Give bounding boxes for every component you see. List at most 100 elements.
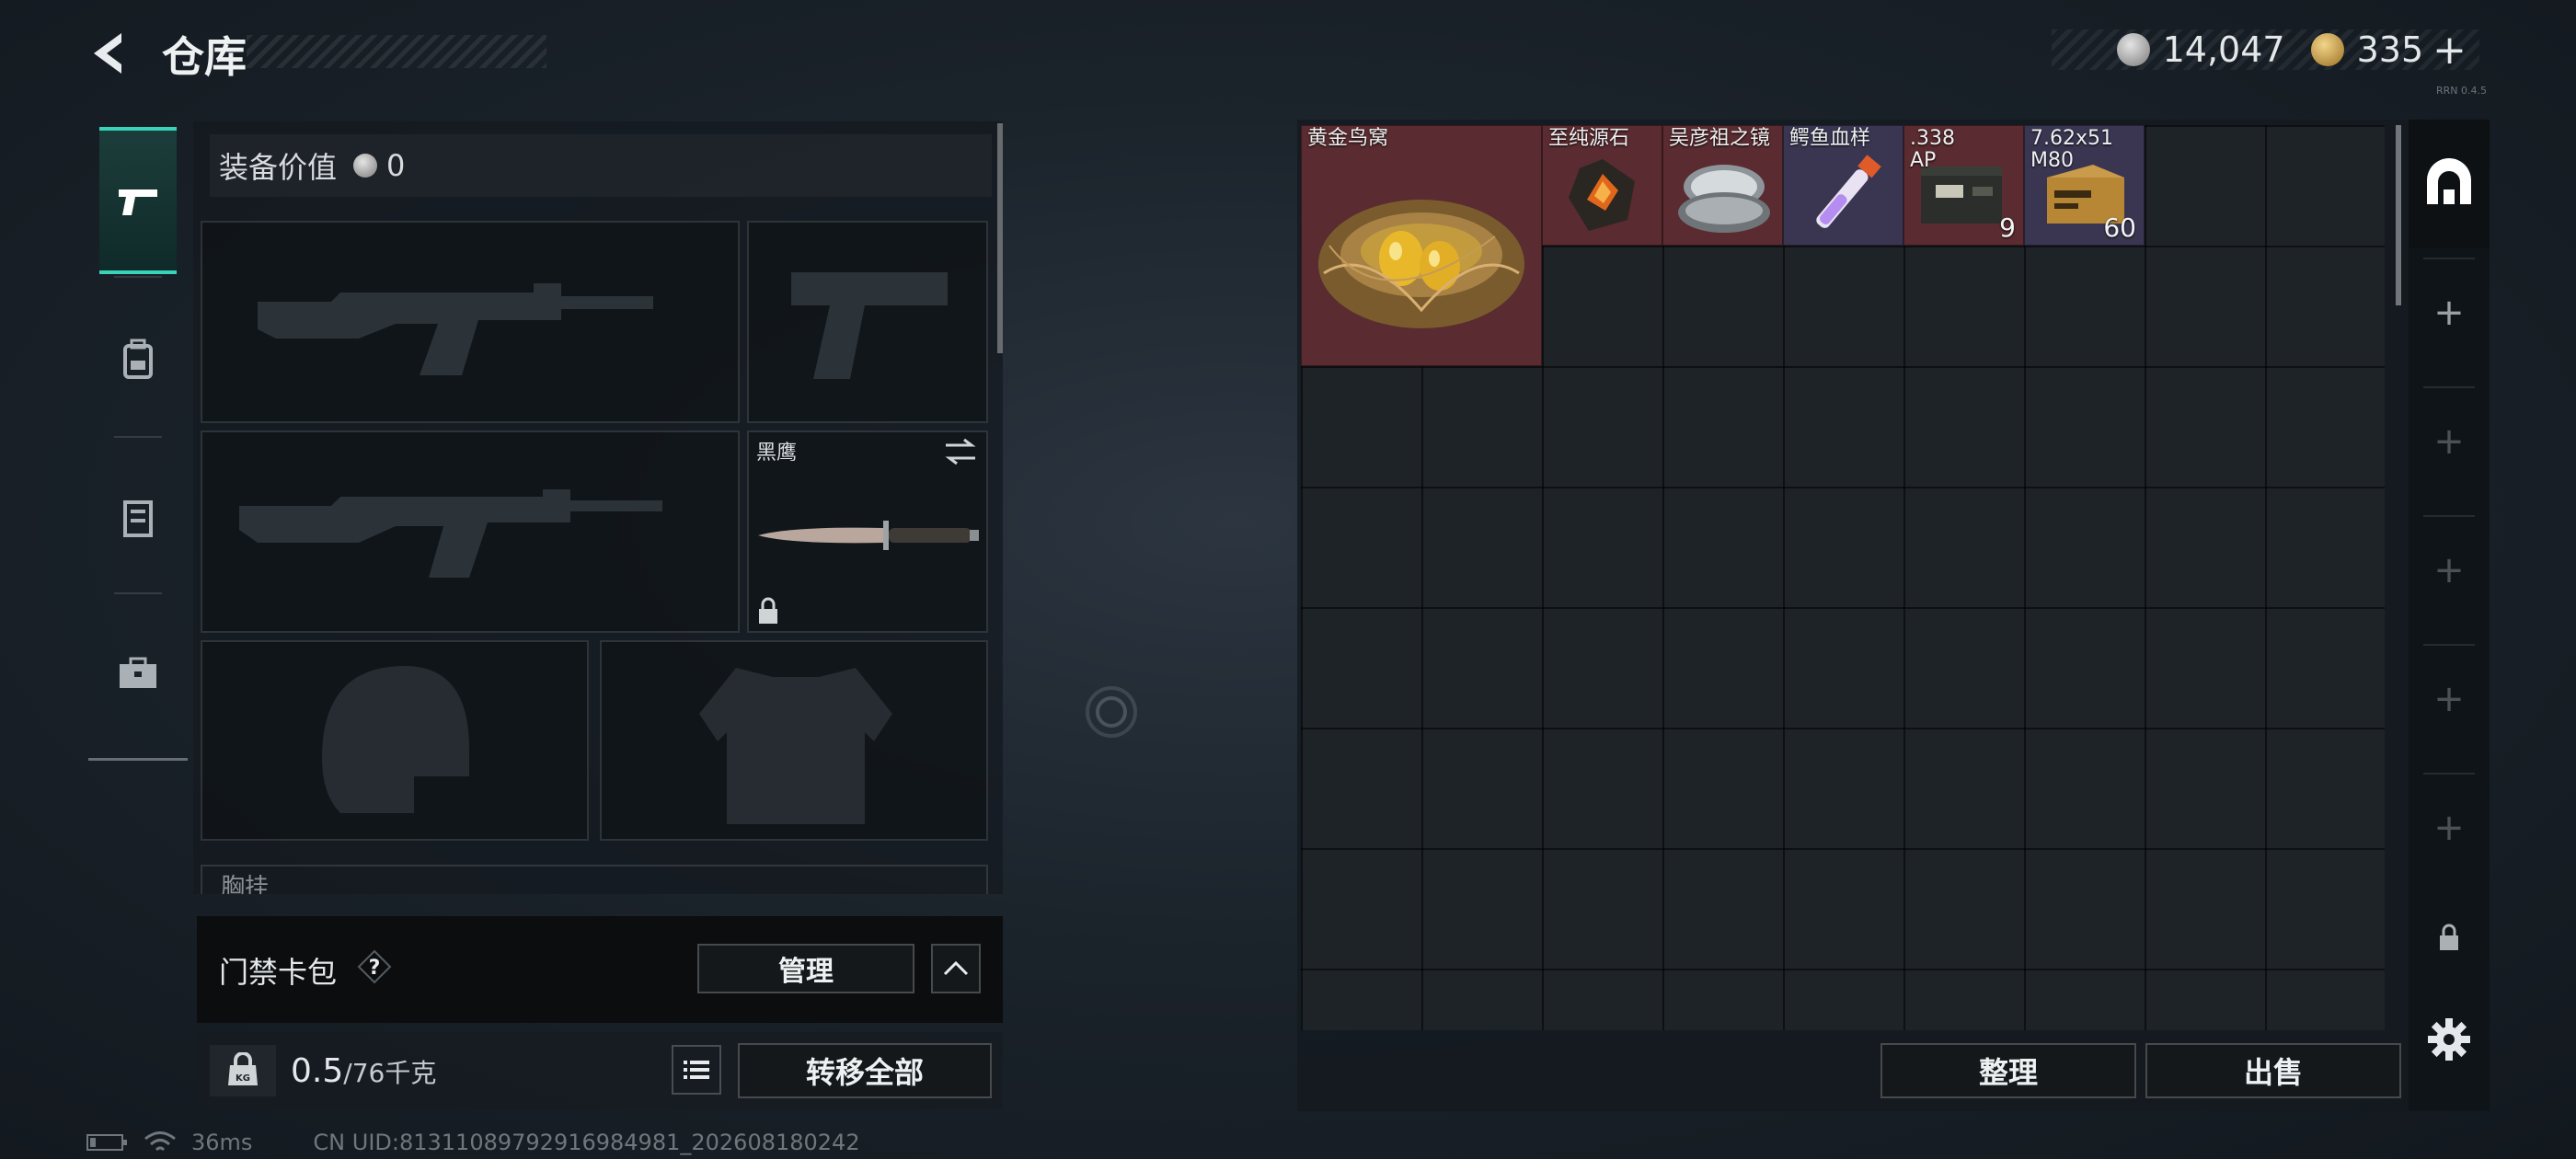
swap-icon[interactable] bbox=[942, 436, 979, 467]
manage-button[interactable]: 管理 bbox=[697, 944, 914, 993]
stash-tab-add-2[interactable]: + bbox=[2409, 377, 2490, 506]
plus-icon: + bbox=[2433, 678, 2465, 720]
stash-item-blood-sample[interactable]: 鳄鱼血样 bbox=[1783, 125, 1903, 246]
stash-settings-button[interactable] bbox=[2409, 993, 2490, 1085]
back-arrow-icon bbox=[94, 33, 121, 74]
ping-value: 36ms bbox=[191, 1130, 253, 1155]
plus-icon: + bbox=[2433, 549, 2465, 591]
stash-tab-add-3[interactable]: + bbox=[2409, 506, 2490, 635]
user-uid: CN UID:81311089792916984981_202608180242 bbox=[313, 1130, 860, 1155]
stash-page-tabs: + + + + + bbox=[2409, 120, 2490, 1111]
back-button[interactable] bbox=[83, 26, 138, 81]
item-count: 9 bbox=[1999, 212, 2016, 243]
center-ring-icon bbox=[1086, 686, 1137, 738]
chest-rig-label: 胸挂 bbox=[221, 874, 270, 894]
item-name: 至纯源石 bbox=[1548, 127, 1630, 150]
plus-icon: + bbox=[2433, 420, 2465, 463]
vest-silhouette-icon bbox=[699, 668, 892, 824]
golden-nest-icon bbox=[1318, 200, 1524, 328]
nav-tab-weapons[interactable] bbox=[99, 127, 177, 274]
stash-tab-add-5[interactable]: + bbox=[2409, 763, 2490, 892]
keycard-label: 门禁卡包 bbox=[219, 955, 338, 990]
helmet-slot[interactable] bbox=[201, 640, 589, 841]
knife-icon bbox=[758, 521, 979, 550]
add-currency-button[interactable]: + bbox=[2432, 27, 2467, 74]
list-view-button[interactable] bbox=[672, 1045, 721, 1095]
stash-item-338-ap[interactable]: .338 AP 9 bbox=[1903, 125, 2024, 246]
melee-weapon-name: 黑鹰 bbox=[756, 442, 798, 465]
stash-tab-add-4[interactable]: + bbox=[2409, 635, 2490, 763]
nav-tab-backpack[interactable] bbox=[99, 285, 177, 432]
collapse-button[interactable] bbox=[931, 944, 981, 993]
sort-button[interactable]: 整理 bbox=[1880, 1043, 2136, 1098]
settings-icon bbox=[2428, 1018, 2470, 1061]
backpack-icon bbox=[123, 339, 153, 379]
build-version: RRN 0.4.5 bbox=[2436, 85, 2487, 97]
stash-tab-add-1[interactable]: + bbox=[2409, 248, 2490, 377]
stash-item-762x51-m80[interactable]: 7.62x51 M80 60 bbox=[2024, 125, 2145, 246]
svg-text:?: ? bbox=[369, 957, 381, 980]
sell-button[interactable]: 出售 bbox=[2145, 1043, 2401, 1098]
vial-icon bbox=[1816, 155, 1881, 228]
item-name: 7.62x51 M80 bbox=[2030, 127, 2113, 172]
transfer-all-button[interactable]: 转移全部 bbox=[738, 1043, 992, 1098]
primary-weapon-slot[interactable] bbox=[201, 221, 740, 423]
equipment-value-label: 装备价值 bbox=[219, 150, 338, 185]
nav-tab-vest[interactable] bbox=[99, 443, 177, 591]
item-name: 吴彦祖之镜 bbox=[1669, 127, 1771, 150]
crystal-icon bbox=[1569, 159, 1635, 231]
briefcase-icon bbox=[120, 657, 156, 688]
lock-icon bbox=[2440, 924, 2458, 950]
weight-bar: KG 0.5/76千克 转移全部 bbox=[197, 1032, 1003, 1109]
kettlebell-icon: KG bbox=[228, 1052, 258, 1085]
helmet-silhouette-icon bbox=[322, 666, 469, 813]
carry-weight: 0.5/76千克 bbox=[291, 1052, 436, 1090]
equipment-value: 0 bbox=[386, 148, 406, 183]
plus-icon: + bbox=[2433, 807, 2465, 849]
stash-grid[interactable]: 黄金鸟窝 至纯源石 吴彦祖之镜 鳄鱼血样 .338 AP 9 7.62x51 M… bbox=[1301, 125, 2385, 1030]
ammo-box-icon bbox=[1921, 166, 2002, 224]
item-name: 鳄鱼血样 bbox=[1789, 127, 1871, 150]
stash-home-icon bbox=[2427, 158, 2471, 204]
gold-currency-amount: 335 bbox=[2356, 29, 2424, 70]
help-icon[interactable]: ? bbox=[357, 949, 392, 984]
status-bar: 36ms CN UID:81311089792916984981_2026081… bbox=[86, 1130, 860, 1155]
silver-currency-amount: 14,047 bbox=[2162, 29, 2285, 70]
carry-weight-current: 0.5 bbox=[291, 1052, 344, 1090]
loadout-category-nav bbox=[88, 120, 188, 763]
gold-coin-icon bbox=[2310, 33, 2344, 66]
chest-rig-slot[interactable]: 胸挂 bbox=[201, 865, 988, 894]
compact-mirror-icon bbox=[1678, 165, 1770, 233]
item-name: .338 AP bbox=[1910, 127, 1955, 172]
svg-text:KG: KG bbox=[236, 1073, 250, 1084]
primary-weapon-slot-2[interactable] bbox=[201, 430, 740, 633]
pistol-silhouette-icon bbox=[791, 272, 948, 379]
rifle-silhouette-icon bbox=[239, 489, 662, 578]
silver-coin-icon bbox=[353, 154, 378, 178]
stash-scrollbar[interactable] bbox=[2396, 125, 2401, 305]
title-decoration bbox=[247, 35, 546, 68]
weight-icon: KG bbox=[210, 1045, 276, 1096]
secondary-weapon-slot[interactable] bbox=[747, 221, 988, 423]
page-title: 仓库 bbox=[162, 32, 247, 82]
silver-coin-icon bbox=[2116, 33, 2150, 66]
currency-bar: 14,047 335 + bbox=[2052, 27, 2479, 74]
equipment-value-row: 装备价值 0 bbox=[210, 134, 992, 197]
stash-item-source-stone[interactable]: 至纯源石 bbox=[1542, 125, 1662, 246]
lock-icon bbox=[759, 597, 777, 624]
list-icon bbox=[684, 1061, 709, 1079]
stash-item-golden-nest[interactable]: 黄金鸟窝 bbox=[1301, 125, 1542, 366]
stash-item-mirror[interactable]: 吴彦祖之镜 bbox=[1662, 125, 1783, 246]
nav-tab-case[interactable] bbox=[99, 600, 177, 747]
rifle-silhouette-icon bbox=[258, 283, 653, 375]
item-count: 60 bbox=[2103, 212, 2136, 243]
stash-tab-locked[interactable] bbox=[2409, 892, 2490, 984]
armor-slot[interactable] bbox=[600, 640, 988, 841]
plus-icon: + bbox=[2433, 292, 2465, 334]
battery-icon bbox=[86, 1134, 127, 1151]
item-name: 黄金鸟窝 bbox=[1307, 127, 1389, 150]
loadout-scrollbar[interactable] bbox=[997, 123, 1003, 353]
vest-icon bbox=[123, 500, 153, 537]
stash-tab-main[interactable] bbox=[2409, 120, 2490, 248]
melee-weapon-slot[interactable]: 黑鹰 bbox=[747, 430, 988, 633]
